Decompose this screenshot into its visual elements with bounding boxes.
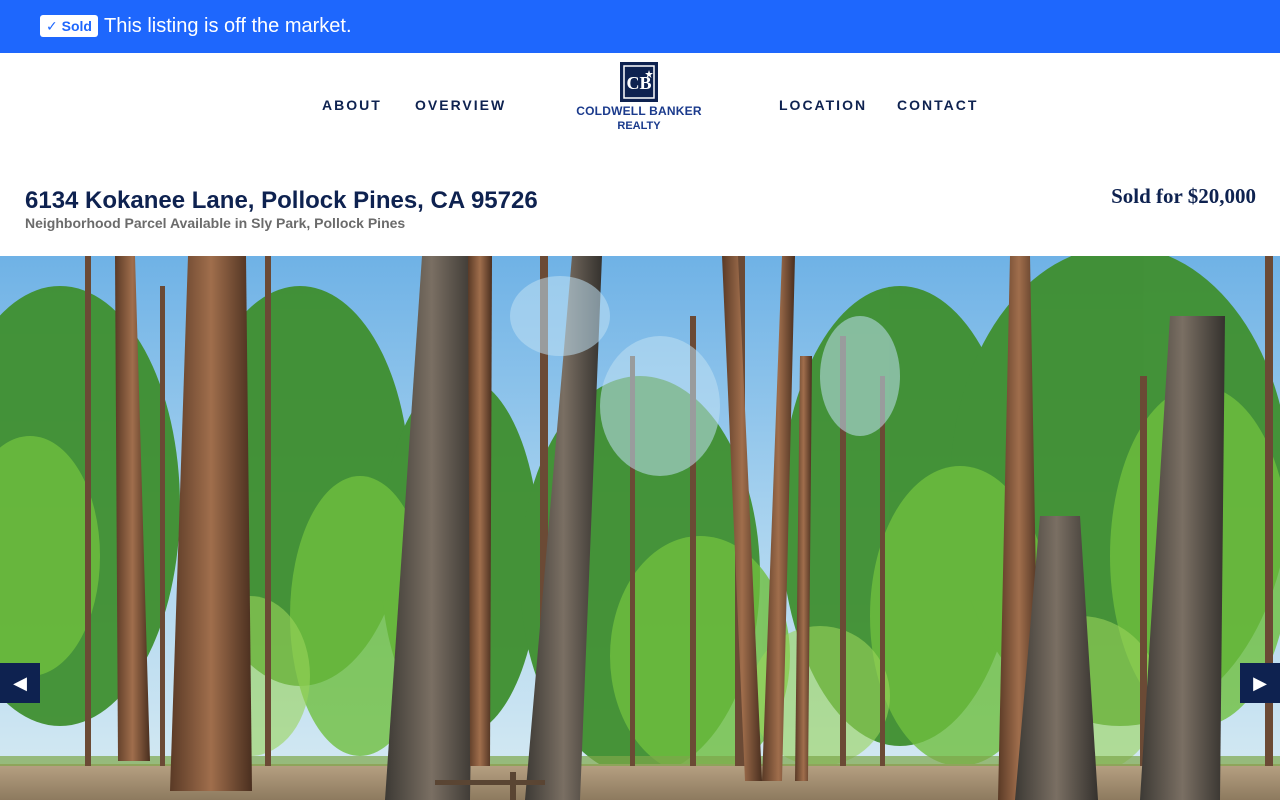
logo-wordmark: COLDWELL BANKER bbox=[576, 104, 702, 118]
nav-overview[interactable]: OVERVIEW bbox=[415, 97, 506, 113]
arrow-left-icon: ◀ bbox=[13, 673, 27, 693]
forest-photo-image bbox=[0, 256, 1280, 800]
listing-subtitle: Neighborhood Parcel Available in Sly Par… bbox=[25, 215, 406, 231]
logo-monogram: CB bbox=[620, 62, 658, 102]
logo-monogram-icon: CB bbox=[623, 65, 655, 99]
status-banner-text: This listing is off the market. bbox=[104, 15, 352, 37]
gallery-prev-button[interactable]: ◀ bbox=[0, 663, 40, 703]
listing-address: 6134 Kokanee Lane, Pollock Pines, CA 957… bbox=[25, 187, 538, 214]
nav-about[interactable]: ABOUT bbox=[322, 97, 382, 113]
status-banner: ✓ Sold This listing is off the market. bbox=[0, 0, 1280, 53]
sold-price: Sold for $20,000 bbox=[1111, 184, 1256, 208]
nav-contact[interactable]: CONTACT bbox=[897, 97, 978, 113]
logo-sub-wordmark: REALTY bbox=[617, 120, 661, 132]
sold-badge: ✓ Sold bbox=[40, 15, 98, 37]
nav-location[interactable]: LOCATION bbox=[779, 97, 867, 113]
coldwell-banker-logo[interactable]: CB COLDWELL BANKER REALTY bbox=[572, 62, 706, 136]
arrow-right-icon: ▶ bbox=[1253, 673, 1267, 693]
gallery-next-button[interactable]: ▶ bbox=[1240, 663, 1280, 703]
listing-photo bbox=[0, 256, 1280, 800]
